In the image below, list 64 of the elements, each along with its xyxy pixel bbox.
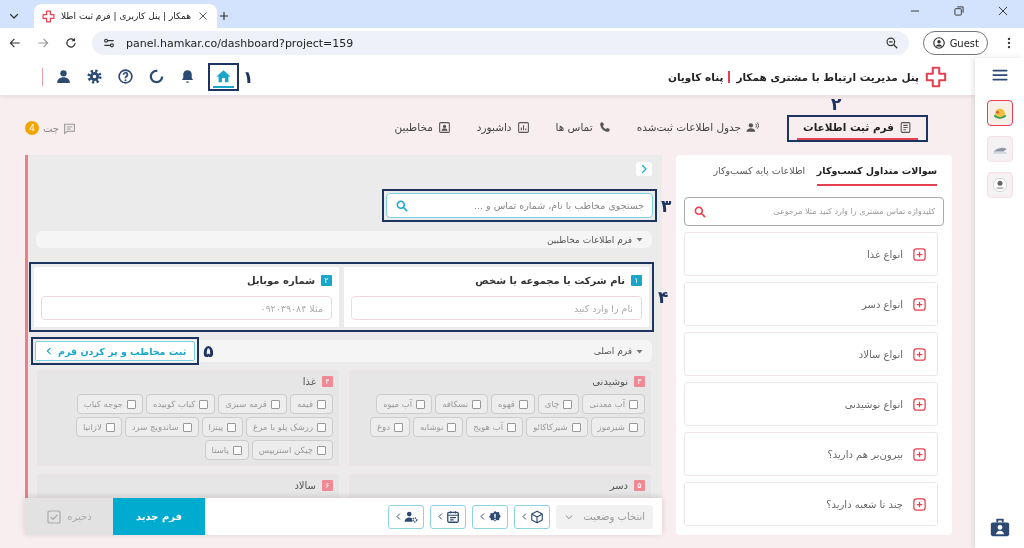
nav-tab[interactable]: جدول اطلاعات ثبت‌شده [630, 116, 766, 140]
option-chip[interactable]: ساندویچ سرد [124, 417, 199, 437]
nav-tab[interactable]: مخاطبین [388, 116, 457, 140]
option-chip[interactable]: نوشابه [412, 417, 464, 437]
group-title: دسر [609, 480, 628, 491]
nav-tab[interactable]: فرم ثبت اطلاعات [797, 116, 918, 140]
browser-tab[interactable]: همکار | پنل کاربری | فرم ثبت اطلا [34, 4, 217, 28]
panel-tab[interactable]: اطلاعات پایه کسب‌وکار [701, 159, 817, 186]
status-dropdown[interactable]: انتخاب وضعیت [556, 504, 653, 529]
nav-tab[interactable]: تماس ها [549, 116, 617, 140]
option-chip[interactable]: آب میوه [376, 394, 433, 414]
number-badge: ۶ [322, 480, 333, 491]
section-header[interactable]: فرم اصلی [585, 341, 652, 361]
number-badge: ۲ [321, 275, 332, 286]
number-badge: ۴ [322, 376, 333, 387]
annotation-number: ۲ [831, 95, 842, 113]
option-chip[interactable]: چیکن استریپس [251, 440, 333, 460]
annotation-number: ۳ [661, 197, 672, 215]
input-field[interactable]: نام را وارد کنید [351, 296, 642, 320]
option-chip[interactable]: زرشک پلو با مرغ [246, 417, 333, 437]
field-label: شماره موبایل [246, 275, 315, 286]
count-badge: 4 [25, 121, 39, 135]
faq-item[interactable]: انواع دسر [684, 282, 938, 326]
search-field[interactable]: جستجوی مخاطب با نام، شماره تماس و ... [386, 193, 653, 219]
new-form-button[interactable]: فرم جدید [113, 498, 205, 535]
option-chip[interactable]: نسکافه [435, 394, 489, 414]
faq-item[interactable]: بیرون‌بر هم دارید؟ [684, 432, 938, 476]
option-chip[interactable]: شیرکاکائو [526, 417, 588, 437]
option-chip[interactable]: آب معدنی [582, 394, 645, 414]
address-bar[interactable]: panel.hamkar.co/dashboard?project=159 [92, 31, 909, 55]
field-label: نام شرکت یا مجموعه یا شخص [475, 275, 625, 286]
faq-item[interactable]: انواع غذا [684, 232, 938, 276]
register-button[interactable]: ثبت مخاطب و پر کردن فرم [35, 341, 196, 361]
nav-tab[interactable]: داشبورد [470, 116, 536, 140]
option-chip[interactable]: کباب کوبیده [146, 394, 216, 414]
option-chip[interactable]: چای [537, 394, 580, 414]
app-title: پنل مدیریت ارتباط با مشتری همکار [736, 70, 919, 83]
option-chip[interactable]: شیرموز [590, 417, 645, 437]
number-badge: ۵ [634, 480, 645, 491]
option-chip[interactable]: پیتزا [201, 417, 244, 437]
faq-item[interactable]: انواع نوشیدنی [684, 382, 938, 426]
option-chip[interactable]: جوجه کباب [76, 394, 144, 414]
section-header[interactable]: فرم اطلاعات مخاطبین [36, 231, 652, 248]
group-title: سالاد [294, 480, 316, 491]
number-badge: ۱ [631, 275, 642, 286]
number-badge: ۳ [634, 376, 645, 387]
group-title: نوشیدنی [592, 376, 628, 387]
option-chip[interactable]: دوغ [369, 417, 410, 437]
faq-item[interactable]: انواع سالاد [684, 332, 938, 376]
faq-item[interactable]: چند تا شعبه دارید؟ [684, 482, 938, 526]
option-chip[interactable]: قرمه سبزی [218, 394, 287, 414]
annotation-number: ۴ [658, 288, 669, 306]
search-field[interactable]: کلیدواژه تماس مشتری را وارد کنید مثلا مرجوعی [684, 197, 944, 226]
annotation-number: ۱ [243, 68, 254, 85]
option-chip[interactable]: آب هویج [466, 417, 524, 437]
option-chip[interactable]: پاستا [204, 440, 249, 460]
panel-tab[interactable]: سوالات متداول کسب‌وکار [816, 159, 937, 186]
group-title: غذا [302, 376, 316, 387]
company-name: پناه کاویان [667, 70, 731, 83]
option-chip[interactable]: قیمه [289, 394, 333, 414]
input-field[interactable]: مثلا ۰۹۲۰۳۹۰۸۴ [41, 296, 332, 320]
annotation-number: ۵ [203, 342, 214, 360]
option-chip[interactable]: لازانیا [75, 417, 122, 437]
option-chip[interactable]: قهوه [491, 394, 535, 414]
